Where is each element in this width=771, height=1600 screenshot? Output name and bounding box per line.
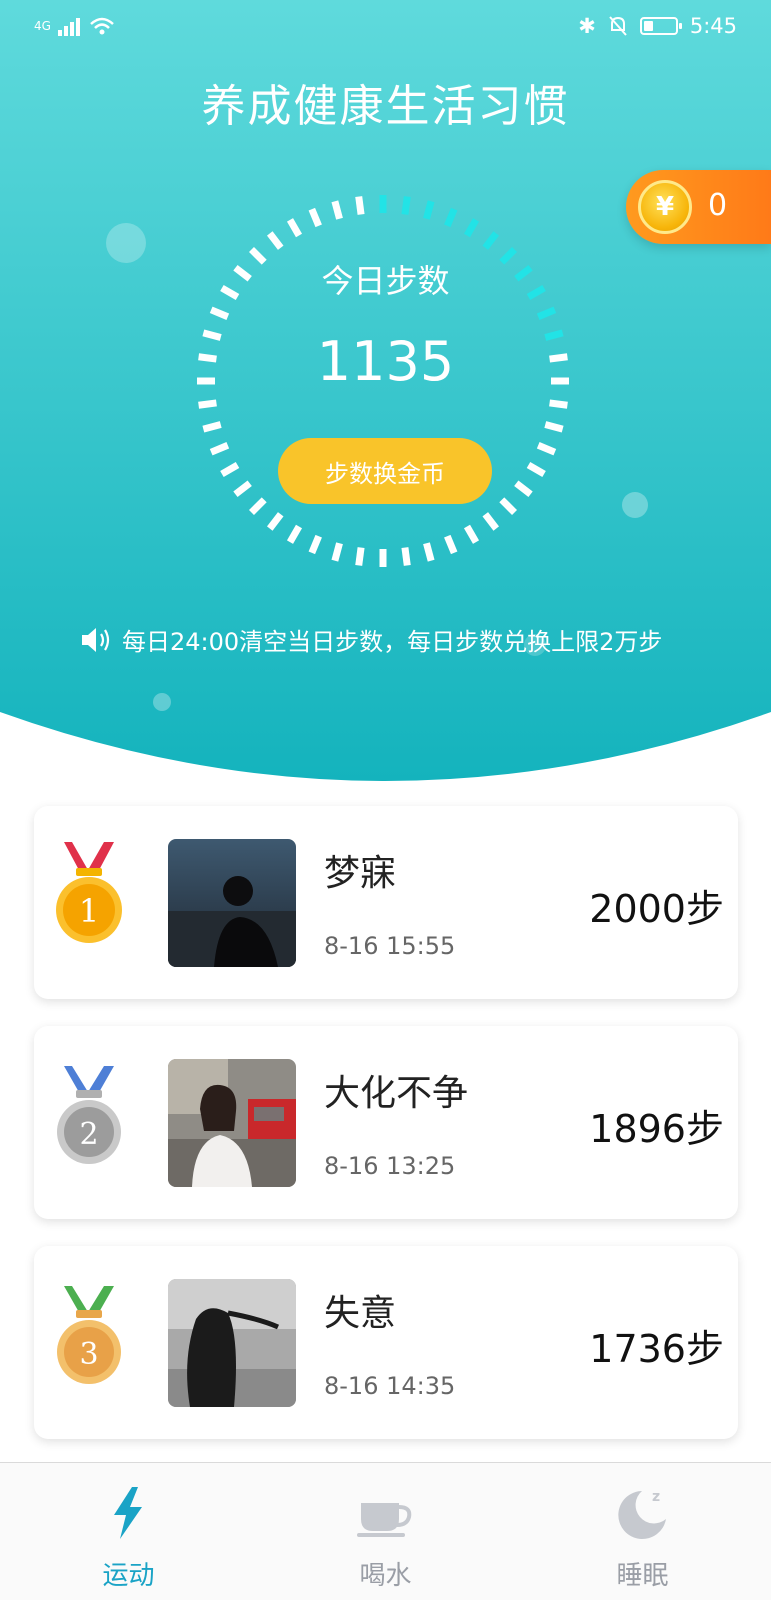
- medal-rank-number: 2: [79, 1117, 98, 1152]
- avatar: [168, 1279, 296, 1407]
- today-steps-value: 1135: [316, 330, 455, 393]
- notice-text: 每日24:00清空当日步数，每日步数兑换上限2万步: [122, 628, 663, 656]
- user-name: 失意: [324, 1293, 397, 1334]
- today-steps-label: 今日步数: [321, 262, 450, 300]
- moon-icon: z: [618, 1489, 666, 1539]
- progress-tick: [331, 542, 343, 562]
- progress-tick: [233, 480, 252, 498]
- progress-tick: [308, 534, 322, 555]
- record-time: 8-16 15:55: [324, 932, 456, 960]
- ranking-item-1[interactable]: 1 梦寐 8-16 15:55 2000步: [34, 806, 738, 999]
- ranking-item-3[interactable]: 3 失意 8-16 14:35 1736步: [34, 1246, 738, 1439]
- tab-sleep[interactable]: z 睡眠: [514, 1463, 771, 1600]
- progress-tick: [209, 442, 230, 456]
- progress-tick: [549, 399, 568, 409]
- mute-bell-icon: [609, 16, 627, 36]
- progress-tick: [526, 461, 546, 478]
- gold-medal-icon: 1: [56, 842, 122, 943]
- medal-rank-number: 3: [79, 1337, 98, 1372]
- step-count: 2000步: [589, 887, 724, 931]
- record-time: 8-16 13:25: [324, 1152, 456, 1180]
- medal-rank-number: 1: [79, 892, 99, 930]
- progress-tick: [331, 200, 343, 220]
- progress-tick: [423, 542, 435, 562]
- progress-tick: [198, 399, 217, 409]
- progress-tick: [209, 306, 230, 320]
- wifi-icon: [90, 17, 114, 35]
- progress-tick-filled: [401, 196, 411, 215]
- record-time: 8-16 14:35: [324, 1372, 456, 1400]
- coin-count: 0: [708, 188, 728, 223]
- progress-tick: [536, 442, 557, 456]
- progress-tick: [266, 512, 284, 531]
- progress-tick: [249, 497, 267, 515]
- progress-tick: [514, 480, 533, 498]
- system-indicators: ✱ 5:45: [578, 14, 737, 38]
- progress-tick: [355, 547, 365, 566]
- bottom-tab-bar: 运动 喝水 z 睡眠: [0, 1462, 771, 1600]
- clock: 5:45: [689, 14, 737, 38]
- ranking-item-2[interactable]: 2 大化不争 8-16 13:25 1896步: [34, 1026, 738, 1219]
- tab-drink-water[interactable]: 喝水: [257, 1463, 514, 1600]
- bluetooth-icon: ✱: [578, 14, 596, 38]
- progress-tick-filled: [463, 218, 480, 238]
- progress-tick-filled: [536, 306, 557, 320]
- progress-tick: [355, 196, 365, 215]
- progress-tick: [308, 207, 322, 228]
- user-name: 大化不争: [324, 1073, 469, 1114]
- progress-tick: [266, 231, 284, 250]
- svg-text:z: z: [652, 1489, 660, 1505]
- progress-tick: [286, 524, 303, 544]
- avatar: [168, 839, 296, 967]
- progress-tick-filled: [423, 200, 435, 220]
- progress-tick: [444, 534, 458, 555]
- step-count: 1736步: [589, 1327, 724, 1371]
- silver-medal-icon: 2: [57, 1066, 121, 1164]
- bronze-medal-icon: 3: [57, 1286, 121, 1384]
- avatar: [168, 1059, 296, 1187]
- battery-icon: [639, 17, 682, 35]
- header-section: 4G ✱ 5:45 养成健康生活习惯 ¥ 0 今日步数 1135 步数换金币 每…: [0, 0, 771, 800]
- tab-label: 运动: [102, 1561, 155, 1591]
- speaker-icon: [82, 627, 110, 652]
- signal-icon: [57, 18, 80, 36]
- battery-level: [643, 21, 653, 31]
- progress-tick: [482, 512, 500, 531]
- progress-tick: [220, 461, 240, 478]
- tab-label: 喝水: [359, 1561, 412, 1591]
- cup-icon: [357, 1503, 412, 1537]
- network-type: 4G: [34, 19, 51, 33]
- status-bar: 4G ✱ 5:45: [0, 0, 771, 56]
- progress-tick: [499, 497, 517, 515]
- lightning-icon: [114, 1487, 142, 1539]
- signal-indicators: 4G: [34, 16, 115, 36]
- step-count: 1896步: [589, 1107, 724, 1151]
- progress-tick: [544, 421, 564, 433]
- progress-tick: [202, 421, 222, 433]
- progress-tick: [286, 218, 303, 238]
- page-title: 养成健康生活习惯: [201, 81, 570, 132]
- progress-tick: [463, 524, 480, 544]
- progress-tick-filled: [444, 207, 458, 228]
- exchange-steps-button[interactable]: 步数换金币: [278, 438, 492, 504]
- coin-icon: ¥: [638, 180, 692, 234]
- progress-tick: [401, 547, 411, 566]
- user-name: 梦寐: [324, 853, 397, 894]
- tab-label: 睡眠: [616, 1561, 669, 1591]
- coin-balance-button[interactable]: ¥ 0: [626, 170, 771, 244]
- progress-tick-filled: [482, 231, 500, 250]
- tab-exercise[interactable]: 运动: [0, 1463, 257, 1600]
- notice-bar: 每日24:00清空当日步数，每日步数兑换上限2万步: [80, 622, 662, 657]
